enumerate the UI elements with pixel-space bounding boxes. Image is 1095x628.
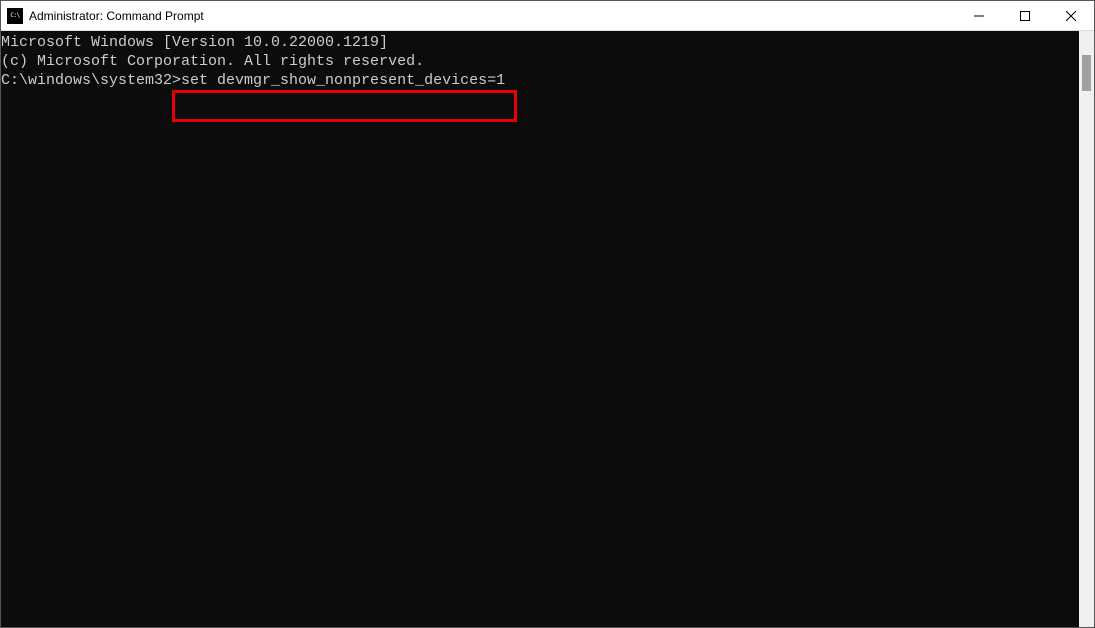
terminal-area: Microsoft Windows [Version 10.0.22000.12… xyxy=(1,31,1094,627)
window-title: Administrator: Command Prompt xyxy=(29,9,204,23)
prompt-line: C:\windows\system32>set devmgr_show_nonp… xyxy=(1,71,1079,90)
command-text: set devmgr_show_nonpresent_devices=1 xyxy=(181,72,505,89)
banner-line-2: (c) Microsoft Corporation. All rights re… xyxy=(1,52,1079,71)
window-controls xyxy=(956,1,1094,30)
maximize-button[interactable] xyxy=(1002,1,1048,30)
vertical-scrollbar[interactable] xyxy=(1079,31,1094,627)
terminal[interactable]: Microsoft Windows [Version 10.0.22000.12… xyxy=(1,31,1079,627)
scrollbar-thumb[interactable] xyxy=(1082,55,1091,91)
command-prompt-window: Administrator: Command Prompt Microsoft … xyxy=(0,0,1095,628)
banner-line-1: Microsoft Windows [Version 10.0.22000.12… xyxy=(1,33,1079,52)
prompt: C:\windows\system32> xyxy=(1,72,181,89)
titlebar[interactable]: Administrator: Command Prompt xyxy=(1,1,1094,31)
cmd-icon xyxy=(7,8,23,24)
close-button[interactable] xyxy=(1048,1,1094,30)
minimize-button[interactable] xyxy=(956,1,1002,30)
